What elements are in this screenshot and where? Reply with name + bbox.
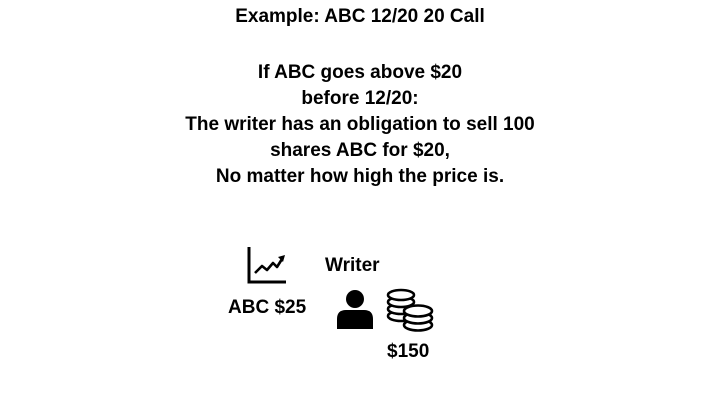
writer-label: Writer [325, 255, 380, 276]
line-chart-icon [247, 247, 286, 284]
body-line: If ABC goes above $20 [257, 62, 463, 83]
stock-price-label: ABC $25 [228, 297, 307, 318]
body-line: before 12/20: [301, 88, 419, 109]
premium-amount-label: $150 [387, 341, 430, 362]
slide-body: If ABC goes above $20 before 12/20: The … [0, 60, 720, 190]
slide-title: Example: ABC 12/20 20 Call [235, 6, 485, 27]
person-icon [337, 290, 373, 329]
coin-stack-icon [386, 288, 434, 332]
body-line: shares ABC for $20, [270, 140, 450, 161]
body-line: No matter how high the price is. [215, 166, 505, 187]
body-line: The writer has an obligation to sell 100 [185, 114, 535, 135]
